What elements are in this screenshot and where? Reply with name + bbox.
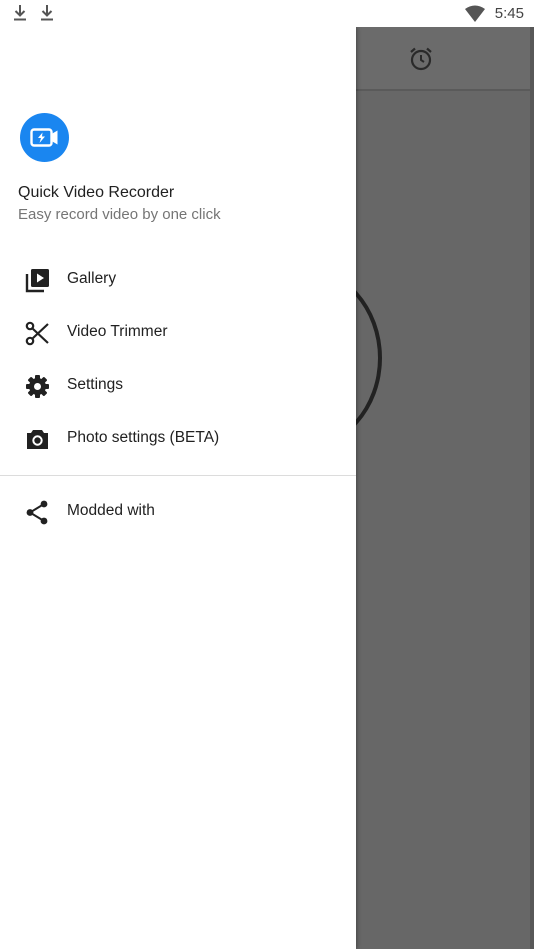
share-icon (26, 500, 48, 525)
scissors-icon (25, 321, 49, 346)
video-camera-flash-icon (30, 128, 58, 147)
menu-item-photo-settings[interactable]: Photo settings (BETA) (0, 413, 356, 466)
download-icon (14, 5, 26, 21)
drawer-header: Quick Video Recorder Easy record video b… (0, 27, 356, 243)
wifi-icon (465, 5, 485, 22)
menu-label: Photo settings (BETA) (67, 429, 220, 446)
download-icon (41, 5, 53, 21)
gallery-icon (25, 269, 49, 293)
menu-item-settings[interactable]: Settings (0, 360, 356, 413)
app-name: Quick Video Recorder (18, 184, 175, 201)
app-tagline: Easy record video by one click (18, 206, 221, 223)
background-app-scrim[interactable] (356, 27, 534, 949)
app-logo (20, 113, 69, 162)
gear-icon (26, 375, 49, 398)
camera-icon (27, 430, 48, 449)
menu-divider (0, 475, 356, 476)
menu-item-video-trimmer[interactable]: Video Trimmer (0, 307, 356, 360)
navigation-drawer: Quick Video Recorder Easy record video b… (0, 27, 356, 949)
status-bar: 5:45 (0, 0, 534, 27)
record-button-ring (356, 265, 382, 451)
menu-label: Gallery (67, 270, 117, 287)
menu-item-gallery[interactable]: Gallery (0, 254, 356, 307)
menu-item-modded-with[interactable]: Modded with (0, 486, 356, 539)
app-toolbar (356, 27, 534, 91)
menu-label: Modded with (67, 502, 155, 519)
alarm-icon[interactable] (408, 46, 434, 72)
menu-label: Video Trimmer (67, 323, 168, 340)
menu-label: Settings (67, 376, 124, 393)
status-time: 5:45 (494, 5, 524, 22)
